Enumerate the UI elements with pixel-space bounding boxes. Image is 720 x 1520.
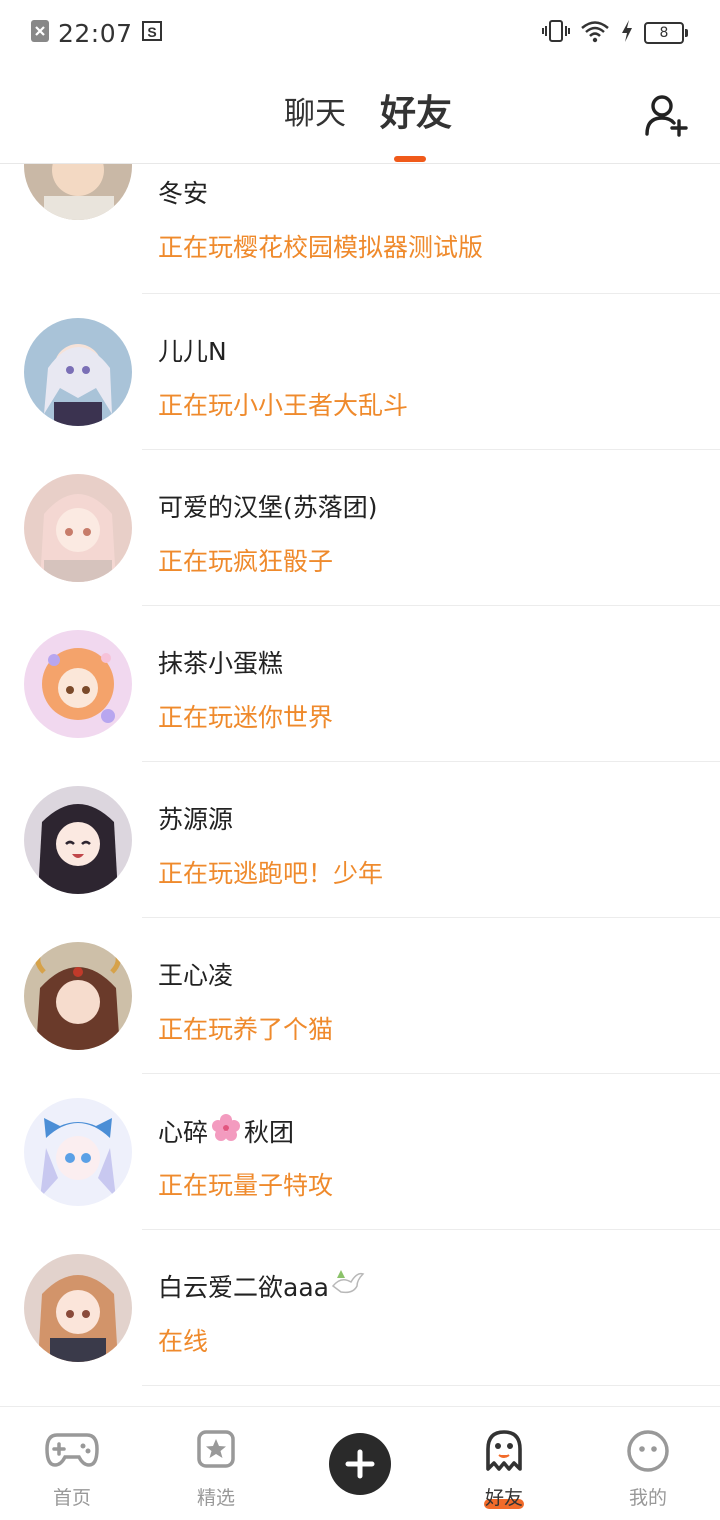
avatar [24, 786, 132, 894]
friend-status: 正在玩量子特攻 [158, 1171, 334, 1200]
add-friend-button[interactable] [644, 94, 690, 140]
friend-status: 正在玩逃跑吧！少年 [158, 859, 384, 888]
friend-item[interactable]: 儿儿N 正在玩小小王者大乱斗 [0, 294, 720, 450]
wifi-icon [580, 19, 610, 47]
active-tab-indicator [394, 156, 426, 162]
friend-item[interactable]: 抹茶小蛋糕 正在玩迷你世界 [0, 606, 720, 762]
gamepad-icon [45, 1429, 99, 1473]
svg-text:S: S [147, 24, 156, 40]
tab-chat[interactable]: 聊天 [284, 88, 346, 133]
avatar [24, 942, 132, 1050]
nav-label: 我的 [628, 1487, 667, 1509]
avatar [24, 164, 132, 220]
create-button[interactable] [329, 1433, 391, 1495]
friend-item[interactable]: 苏源源 正在玩逃跑吧！少年 [0, 762, 720, 918]
vibrate-icon [542, 19, 570, 47]
friend-status: 正在玩小小王者大乱斗 [158, 391, 409, 420]
add-user-icon [645, 95, 688, 137]
app-s-icon: S [141, 20, 163, 46]
header: 聊天 好友 [0, 66, 720, 164]
friend-name-part: 秋团 [244, 1118, 295, 1147]
friend-list: 冬安 正在玩樱花校园模拟器测试版 儿儿N 正在玩小小王者大乱斗 可爱的汉堡(苏落… [0, 164, 720, 1406]
friend-status: 正在玩养了个猫 [158, 1015, 334, 1044]
nav-label: 好友 [484, 1487, 523, 1509]
notification-close-icon [30, 19, 50, 47]
friend-item[interactable]: 可爱的汉堡(苏落团) 正在玩疯狂骰子 [0, 450, 720, 606]
avatar [24, 474, 132, 582]
divider [142, 1385, 720, 1386]
avatar [24, 1254, 132, 1362]
friend-name-part: 心碎 [158, 1118, 209, 1147]
avatar [24, 630, 132, 738]
friend-item[interactable]: 王心凌 正在玩养了个猫 [0, 918, 720, 1074]
friend-item[interactable]: 心碎 秋团 正在玩量子特攻 [0, 1074, 720, 1230]
friend-status: 正在玩樱花校园模拟器测试版 [158, 233, 484, 262]
friend-item[interactable]: 白云爱二欲aaa 在线 [0, 1230, 720, 1386]
plus-icon [345, 1449, 375, 1479]
sakura-icon [210, 1112, 242, 1150]
avatar [24, 1098, 132, 1206]
bottom-nav: 首页 精选 好友 我的 [0, 1406, 720, 1520]
face-icon [626, 1429, 670, 1477]
friend-name-part: 白云爱二欲aaa [158, 1273, 329, 1302]
nav-label: 首页 [52, 1487, 91, 1509]
nav-featured[interactable]: 精选 [144, 1407, 288, 1520]
friend-status: 正在玩疯狂骰子 [158, 547, 334, 576]
friend-name: 苏源源 [158, 805, 234, 834]
nav-label: 精选 [196, 1487, 235, 1509]
nav-profile[interactable]: 我的 [576, 1407, 720, 1520]
nav-home[interactable]: 首页 [0, 1407, 144, 1520]
friend-name: 王心凌 [158, 961, 234, 990]
avatar [24, 318, 132, 426]
friend-name: 心碎 秋团 [158, 1112, 294, 1150]
friend-name: 抹茶小蛋糕 [158, 649, 284, 678]
friend-status: 在线 [158, 1327, 209, 1356]
nav-friends[interactable]: 好友 [432, 1407, 576, 1520]
clock: 22:07 [58, 18, 133, 48]
friend-name: 冬安 [158, 179, 209, 208]
status-bar: 22:07 S 8 [0, 0, 720, 66]
friend-name: 可爱的汉堡(苏落团) [158, 493, 378, 522]
battery-level: 8 [644, 22, 688, 44]
friend-status: 正在玩迷你世界 [158, 703, 334, 732]
tab-friends[interactable]: 好友 [380, 84, 452, 136]
dove-icon [331, 1268, 365, 1304]
friend-item[interactable]: 冬安 正在玩樱花校园模拟器测试版 [0, 164, 720, 294]
charging-icon [620, 19, 634, 47]
ghost-icon [484, 1429, 524, 1477]
friend-name: 白云爱二欲aaa [158, 1268, 365, 1304]
star-icon [196, 1429, 236, 1473]
friend-name: 儿儿N [158, 337, 227, 366]
